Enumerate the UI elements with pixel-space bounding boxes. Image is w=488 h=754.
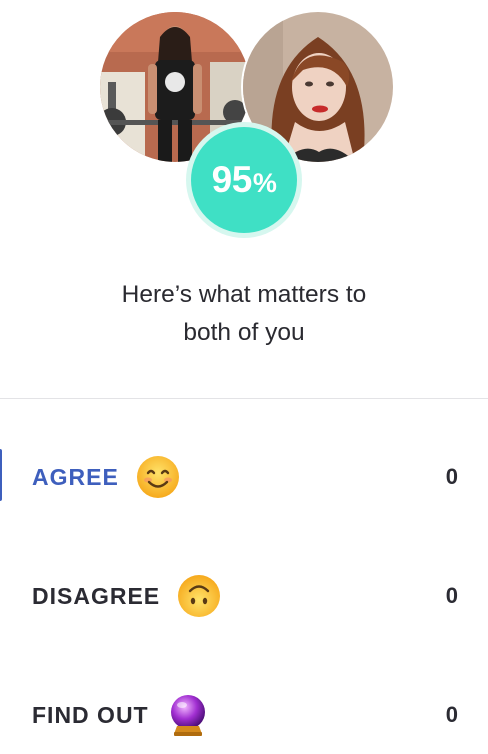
- category-label: FIND OUT: [32, 701, 149, 728]
- category-disagree[interactable]: DISAGREE 0: [0, 566, 488, 626]
- match-percent-value: 95: [211, 159, 253, 200]
- category-count: 0: [445, 702, 458, 727]
- match-percent-sign: %: [252, 167, 277, 198]
- headline-line-2: both of you: [183, 319, 305, 346]
- category-find-out[interactable]: FIND OUT 0: [0, 685, 488, 745]
- smiling-face-icon: [135, 454, 181, 500]
- divider: [0, 398, 488, 399]
- category-label: DISAGREE: [32, 582, 161, 609]
- crystal-ball-icon: [165, 692, 211, 738]
- match-percentage-badge: 95%: [186, 122, 302, 238]
- category-count: 0: [445, 583, 458, 608]
- headline: Here’s what matters to both of you: [60, 276, 428, 352]
- upside-down-face-icon: [176, 573, 222, 619]
- category-label: AGREE: [32, 463, 119, 490]
- match-percentage: 95%: [191, 127, 297, 233]
- headline-line-1: Here’s what matters to: [121, 281, 367, 308]
- category-count: 0: [445, 464, 458, 489]
- profile-photos: 95%: [0, 0, 488, 250]
- category-agree[interactable]: AGREE 0: [0, 447, 488, 507]
